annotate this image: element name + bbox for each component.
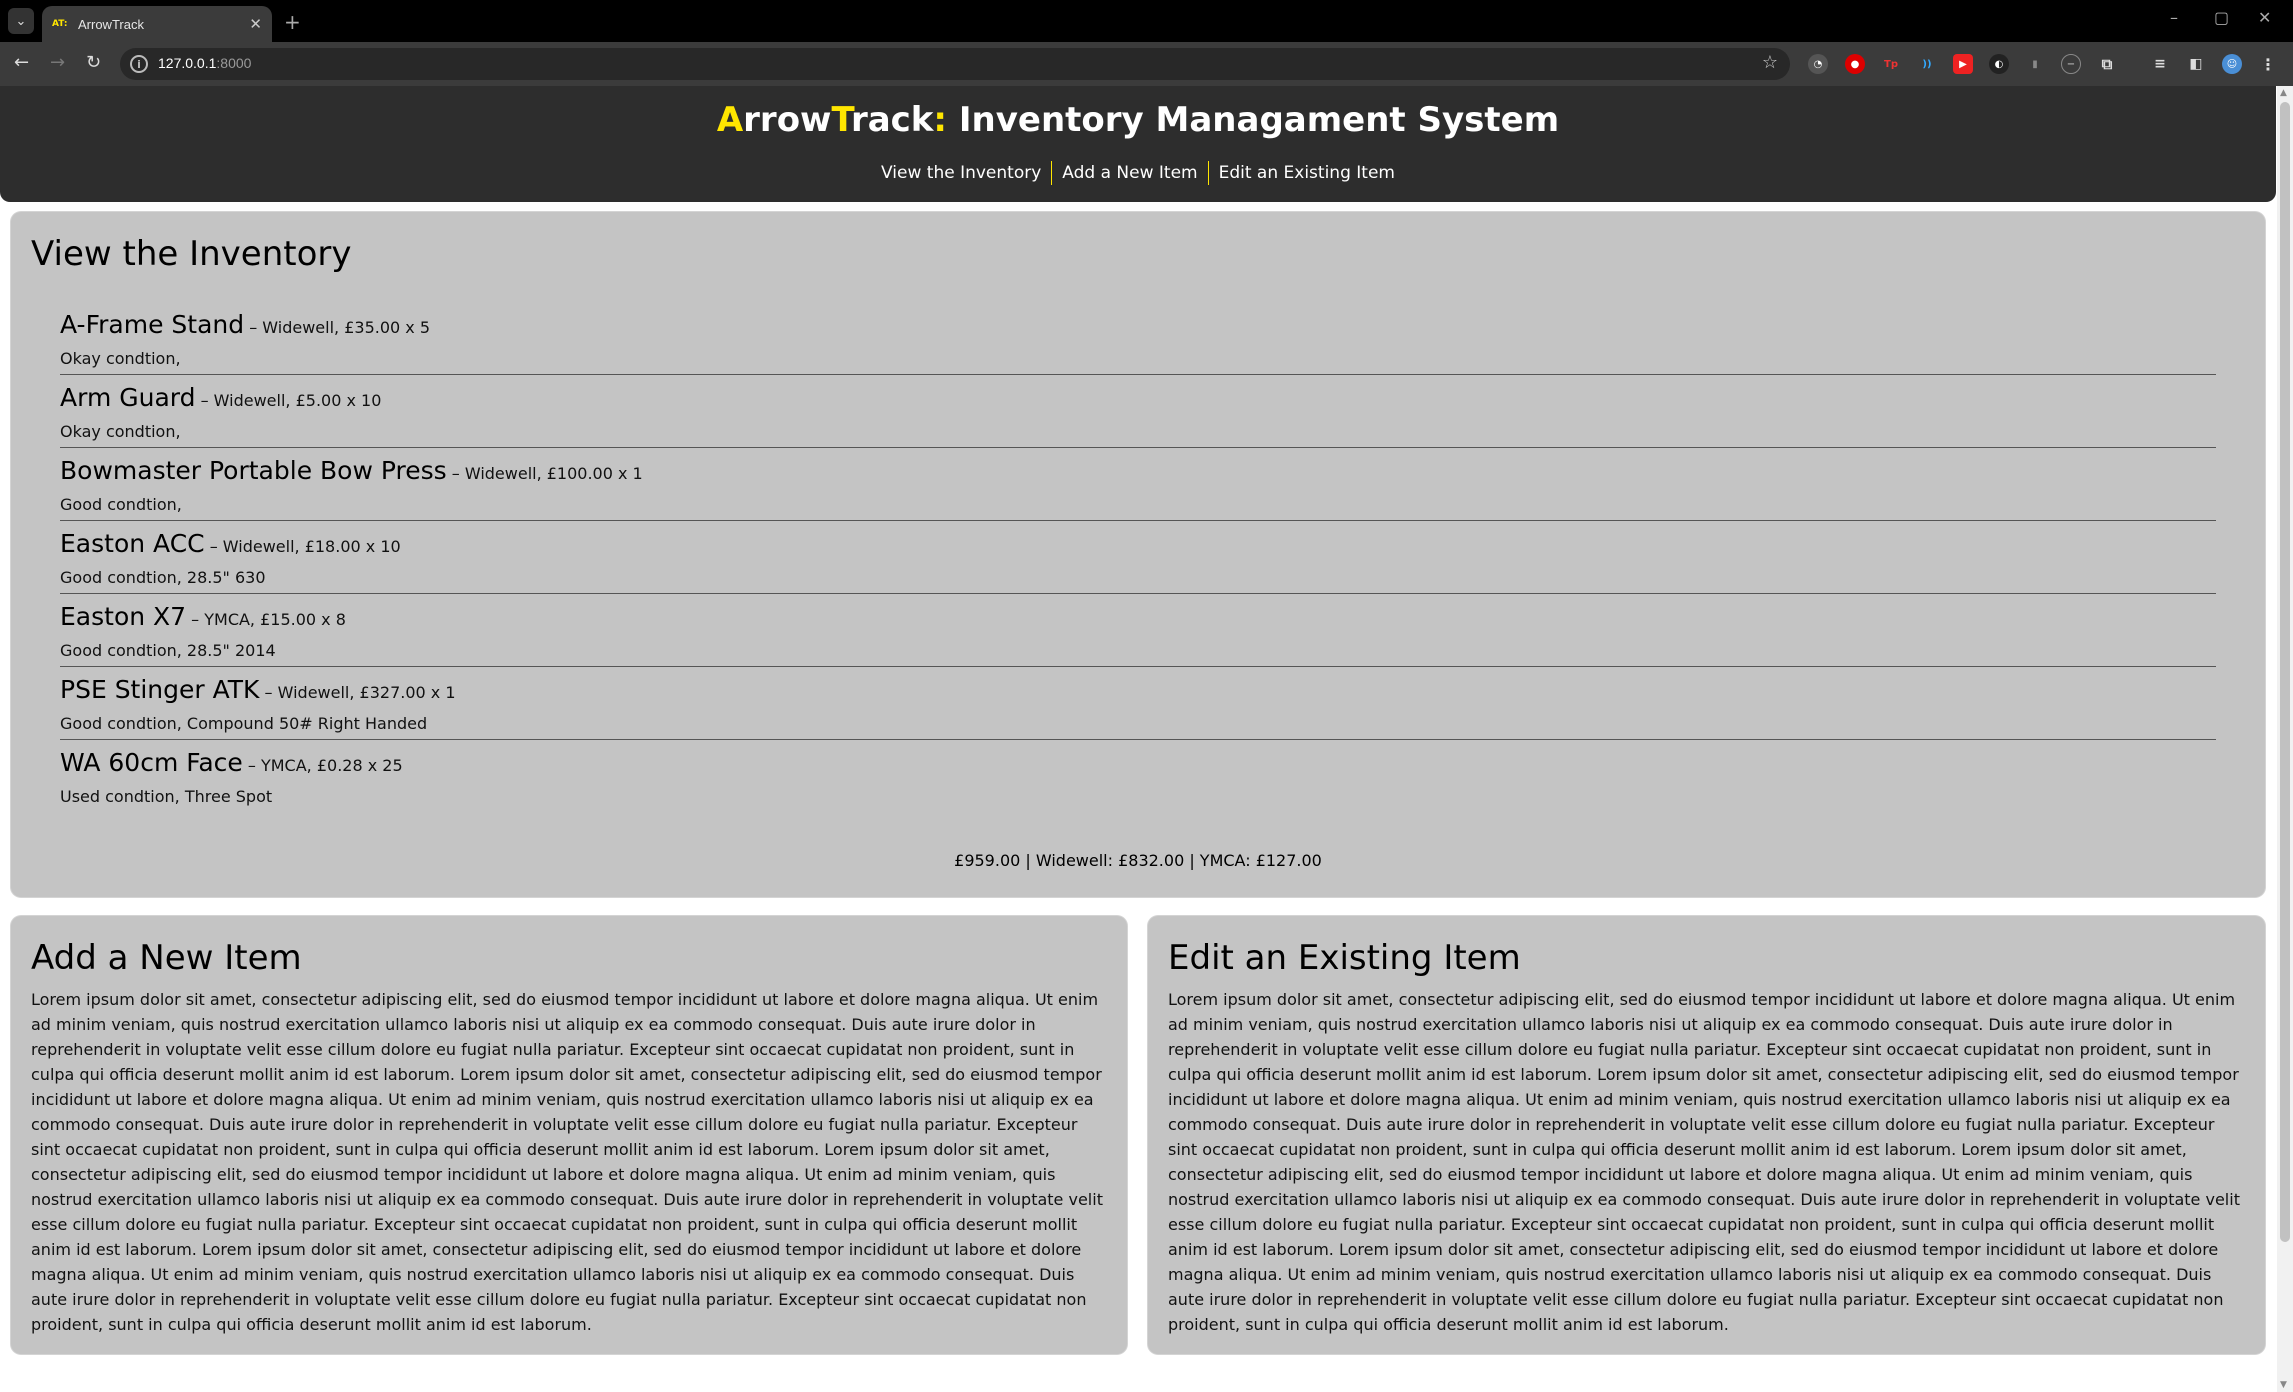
reading-list-icon[interactable]: ≡ <box>2150 54 2170 74</box>
maximize-button[interactable]: ▢ <box>2214 8 2229 27</box>
browser-titlebar: ⌄ AT: ArrowTrack ✕ + – ▢ ✕ <box>0 0 2293 42</box>
list-item: A-Frame Stand – Widewell, £35.00 x 5 Oka… <box>60 302 2216 375</box>
title-accent-a: A <box>716 100 744 140</box>
list-item: WA 60cm Face – YMCA, £0.28 x 25 Used con… <box>60 740 2216 813</box>
url-host: 127.0.0.1 <box>158 55 217 71</box>
edit-item-section: Edit an Existing Item Lorem ipsum dolor … <box>1148 916 2265 1354</box>
browser-menu-icon[interactable]: ⋮ <box>2258 54 2278 74</box>
item-description: Good condtion, 28.5" 630 <box>60 568 266 587</box>
extension-icon[interactable]: ● <box>1845 54 1865 74</box>
back-icon[interactable]: ← <box>14 52 29 73</box>
item-name: WA 60cm Face <box>60 748 243 777</box>
title-part: Inventory Managament System <box>947 100 1560 140</box>
item-description: Good condtion, Compound 50# Right Handed <box>60 714 428 733</box>
extension-icon[interactable]: ◐ <box>1989 54 2009 74</box>
nav-add-item[interactable]: Add a New Item <box>1052 161 1207 185</box>
inventory-totals: £959.00 | Widewell: £832.00 | YMCA: £127… <box>954 851 1322 870</box>
item-meta: – Widewell, £18.00 x 10 <box>204 537 401 556</box>
side-panel-icon[interactable]: ◧ <box>2186 54 2206 74</box>
tab-search-button[interactable]: ⌄ <box>8 8 34 34</box>
inventory-list: A-Frame Stand – Widewell, £35.00 x 5 Oka… <box>60 302 2216 813</box>
favicon-icon: AT: <box>52 19 68 29</box>
item-meta: – YMCA, £0.28 x 25 <box>242 756 403 775</box>
edit-item-heading: Edit an Existing Item <box>1168 938 1521 978</box>
inventory-heading: View the Inventory <box>31 234 352 274</box>
item-name: Easton X7 <box>60 602 187 631</box>
item-meta: – YMCA, £15.00 x 8 <box>186 610 346 629</box>
add-item-heading: Add a New Item <box>31 938 302 978</box>
item-description: Used condtion, Three Spot <box>60 787 273 806</box>
edit-item-body: Lorem ipsum dolor sit amet, consectetur … <box>1168 990 2240 1334</box>
extension-icon[interactable]: ▶ <box>1953 54 1973 74</box>
item-meta: – Widewell, £5.00 x 10 <box>195 391 382 410</box>
title-part: rack <box>850 100 934 140</box>
url-text[interactable]: 127.0.0.1:8000 <box>158 55 251 71</box>
forward-icon[interactable]: → <box>50 52 65 73</box>
item-meta: – Widewell, £35.00 x 5 <box>244 318 431 337</box>
title-part: rrow <box>743 100 832 140</box>
list-item: PSE Stinger ATK – Widewell, £327.00 x 1 … <box>60 667 2216 740</box>
item-meta: – Widewell, £327.00 x 1 <box>259 683 456 702</box>
item-description: Okay condtion, <box>60 349 181 368</box>
add-item-section: Add a New Item Lorem ipsum dolor sit ame… <box>11 916 1127 1354</box>
list-item: Easton ACC – Widewell, £18.00 x 10 Good … <box>60 521 2216 594</box>
close-window-button[interactable]: ✕ <box>2258 8 2271 27</box>
page-title: ArrowTrack: Inventory Managament System <box>0 100 2276 140</box>
extension-icon[interactable]: ▮ <box>2025 54 2045 74</box>
close-tab-icon[interactable]: ✕ <box>249 15 262 33</box>
minimize-button[interactable]: – <box>2170 8 2178 27</box>
scroll-down-arrow-icon[interactable]: ▼ <box>2280 1380 2287 1390</box>
site-info-icon[interactable]: i <box>130 55 148 73</box>
add-item-body: Lorem ipsum dolor sit amet, consectetur … <box>31 990 1103 1334</box>
item-name: Easton ACC <box>60 529 205 558</box>
app-header: ArrowTrack: Inventory Managament System … <box>0 86 2276 202</box>
bookmark-star-icon[interactable]: ☆ <box>1762 52 1778 73</box>
address-bar[interactable]: i 127.0.0.1:8000 ☆ <box>120 48 1790 80</box>
list-item: Bowmaster Portable Bow Press – Widewell,… <box>60 448 2216 521</box>
item-description: Good condtion, <box>60 495 182 514</box>
nav-view-inventory[interactable]: View the Inventory <box>871 161 1051 185</box>
title-accent-colon: : <box>933 100 948 140</box>
item-description: Good condtion, 28.5" 2014 <box>60 641 276 660</box>
main-nav: View the Inventory Add a New Item Edit a… <box>0 161 2276 185</box>
extension-icon[interactable]: )) <box>1917 54 1937 74</box>
item-name: A-Frame Stand <box>60 310 245 339</box>
new-tab-button[interactable]: + <box>284 10 301 34</box>
extensions-puzzle-icon[interactable]: ⧉ <box>2097 54 2117 74</box>
profile-avatar[interactable]: ☺ <box>2222 54 2242 74</box>
list-item: Easton X7 – YMCA, £15.00 x 8 Good condti… <box>60 594 2216 667</box>
item-name: Arm Guard <box>60 383 196 412</box>
nav-edit-item[interactable]: Edit an Existing Item <box>1209 161 1405 185</box>
page-scrollbar[interactable]: ▲ ▼ <box>2277 86 2293 1392</box>
tab-title: ArrowTrack <box>78 16 144 32</box>
inventory-section: View the Inventory A-Frame Stand – Widew… <box>11 212 2265 897</box>
reload-icon[interactable]: ↻ <box>86 52 101 73</box>
browser-tab[interactable]: AT: ArrowTrack ✕ <box>42 6 272 42</box>
url-port: :8000 <box>216 55 252 71</box>
scrollbar-thumb[interactable] <box>2280 102 2290 1242</box>
title-accent-t: T <box>831 100 851 140</box>
item-meta: – Widewell, £100.00 x 1 <box>446 464 643 483</box>
extension-icon[interactable]: − <box>2061 54 2081 74</box>
page-viewport: ArrowTrack: Inventory Managament System … <box>0 86 2293 1392</box>
scroll-up-arrow-icon[interactable]: ▲ <box>2280 88 2287 98</box>
extension-icon[interactable]: Tp <box>1881 54 1901 74</box>
list-item: Arm Guard – Widewell, £5.00 x 10 Okay co… <box>60 375 2216 448</box>
item-name: Bowmaster Portable Bow Press <box>60 456 447 485</box>
extension-icon[interactable]: ◔ <box>1808 54 1828 74</box>
browser-toolbar: ← → ↻ i 127.0.0.1:8000 ☆ ◔ ● Tp )) ▶ ◐ ▮… <box>0 42 2293 86</box>
item-name: PSE Stinger ATK <box>60 675 260 704</box>
item-description: Okay condtion, <box>60 422 181 441</box>
